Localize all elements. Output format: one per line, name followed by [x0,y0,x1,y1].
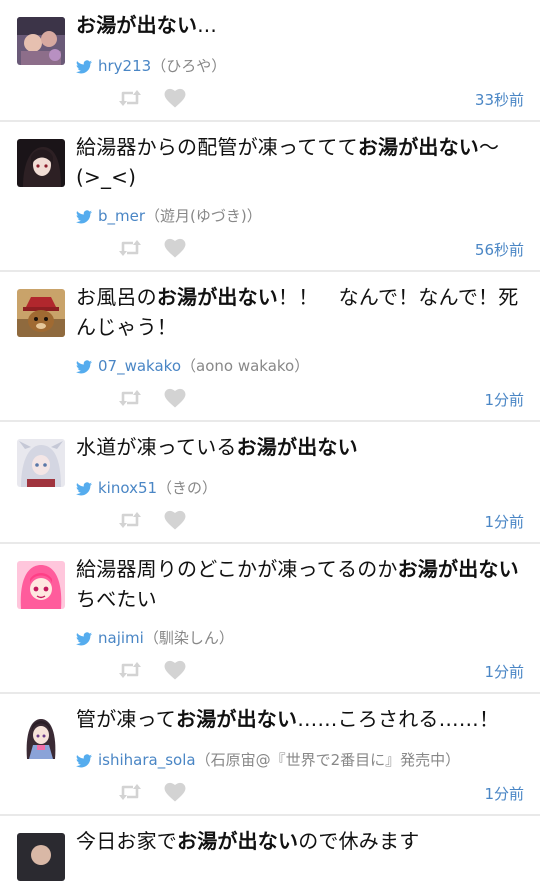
tweet-item: 水道が凍っているお湯が出ない kinox51（きの） 1分前 [0,422,540,544]
author-display-name: （ひろや） [151,57,227,75]
heart-icon[interactable] [164,510,186,534]
tweet-text: 管が凍ってお湯が出ない……ころされる……！ [76,707,500,731]
search-term-highlight: お湯が出ない [156,285,279,309]
search-term-highlight: お湯が出ない [76,13,198,37]
heart-icon[interactable] [164,238,186,262]
tweet-author[interactable]: ishihara_sola（石原宙@『世界で2番目に』発売中） [76,750,460,773]
retweet-icon[interactable] [118,783,142,805]
tweet-feed: お湯が出ない... hry213（ひろや） 33秒前給湯器からの配管が凍ってててお湯… [0,0,540,881]
retweet-icon[interactable] [118,511,142,533]
tweet-timestamp[interactable]: 33秒前 [475,89,524,110]
tweet-author[interactable]: hry213（ひろや） [76,56,226,79]
twitter-bird-icon [76,59,92,79]
tweet-timestamp[interactable]: 1分前 [484,389,524,410]
author-display-name: （aono wakako） [181,357,310,375]
tweet-author[interactable]: 07_wakako（aono wakako） [76,356,309,379]
twitter-bird-icon [76,631,92,651]
author-display-name: （遊月(ゆづき)） [145,207,262,225]
avatar[interactable] [17,439,65,487]
tweet-text: 水道が凍っているお湯が出ない [76,435,358,459]
tweet-item: お湯が出ない... hry213（ひろや） 33秒前 [0,0,540,122]
heart-icon[interactable] [164,782,186,806]
tweet-actions [118,510,186,534]
twitter-bird-icon [76,209,92,229]
avatar[interactable] [17,711,65,759]
retweet-icon[interactable] [118,661,142,683]
tweet-item: お風呂のお湯が出ない！！ なんで！なんで！死んじゃう！ 07_wakako（aon… [0,272,540,422]
author-screen-name[interactable]: kinox51 [98,479,157,497]
author-screen-name[interactable]: najimi [98,629,144,647]
search-term-highlight: お湯が出ない [236,435,358,459]
twitter-bird-icon [76,481,92,501]
tweet-text: 給湯器周りのどこかが凍ってるのかお湯が出ない ちべたい [76,557,540,611]
avatar[interactable] [17,833,65,881]
author-display-name: （馴染しん） [143,629,234,647]
retweet-icon[interactable] [118,389,142,411]
author-screen-name[interactable]: hry213 [98,57,151,75]
tweet-text: 今日お家でお湯が出ないので休みます [76,829,420,853]
tweet-timestamp[interactable]: 1分前 [484,783,524,804]
retweet-icon[interactable] [118,89,142,111]
search-term-highlight: お湯が出ない [357,135,480,159]
tweet-text: 給湯器からの配管が凍ってててお湯が出ない〜(>_<) [76,135,500,189]
tweet-timestamp[interactable]: 56秒前 [475,239,524,260]
tweet-actions [118,88,186,112]
author-screen-name[interactable]: ishihara_sola [98,751,196,769]
tweet-item: 給湯器周りのどこかが凍ってるのかお湯が出ない ちべたい najimi（馴染しん） 1… [0,544,540,694]
heart-icon[interactable] [164,660,186,684]
tweet-text: お風呂のお湯が出ない！！ なんで！なんで！死んじゃう！ [76,285,519,339]
avatar[interactable] [17,139,65,187]
tweet-item: 今日お家でお湯が出ないので休みます [0,816,540,881]
tweet-item: 管が凍ってお湯が出ない……ころされる……！ ishihara_sola（石原宙@『… [0,694,540,816]
tweet-actions [118,388,186,412]
search-term-highlight: お湯が出ない [176,707,298,731]
tweet-author[interactable]: b_mer（遊月(ゆづき)） [76,206,262,229]
author-display-name: （石原宙@『世界で2番目に』発売中） [195,751,461,769]
avatar[interactable] [17,561,65,609]
tweet-timestamp[interactable]: 1分前 [484,511,524,532]
author-screen-name[interactable]: 07_wakako [98,357,181,375]
tweet-author[interactable]: kinox51（きの） [76,478,217,501]
avatar[interactable] [17,17,65,65]
twitter-bird-icon [76,753,92,773]
author-display-name: （きの） [157,479,218,497]
tweet-actions [118,782,186,806]
search-term-highlight: お湯が出ない [397,557,519,581]
heart-icon[interactable] [164,88,186,112]
author-screen-name[interactable]: b_mer [98,207,145,225]
heart-icon[interactable] [164,388,186,412]
search-term-highlight: お湯が出ない [177,829,299,853]
retweet-icon[interactable] [118,239,142,261]
twitter-bird-icon [76,359,92,379]
tweet-author[interactable]: najimi（馴染しん） [76,628,234,651]
tweet-timestamp[interactable]: 1分前 [484,661,524,682]
avatar[interactable] [17,289,65,337]
tweet-actions [118,238,186,262]
tweet-actions [118,660,186,684]
tweet-text: お湯が出ない... [76,13,217,37]
tweet-item: 給湯器からの配管が凍ってててお湯が出ない〜(>_<) b_mer（遊月(ゆづき)）… [0,122,540,272]
